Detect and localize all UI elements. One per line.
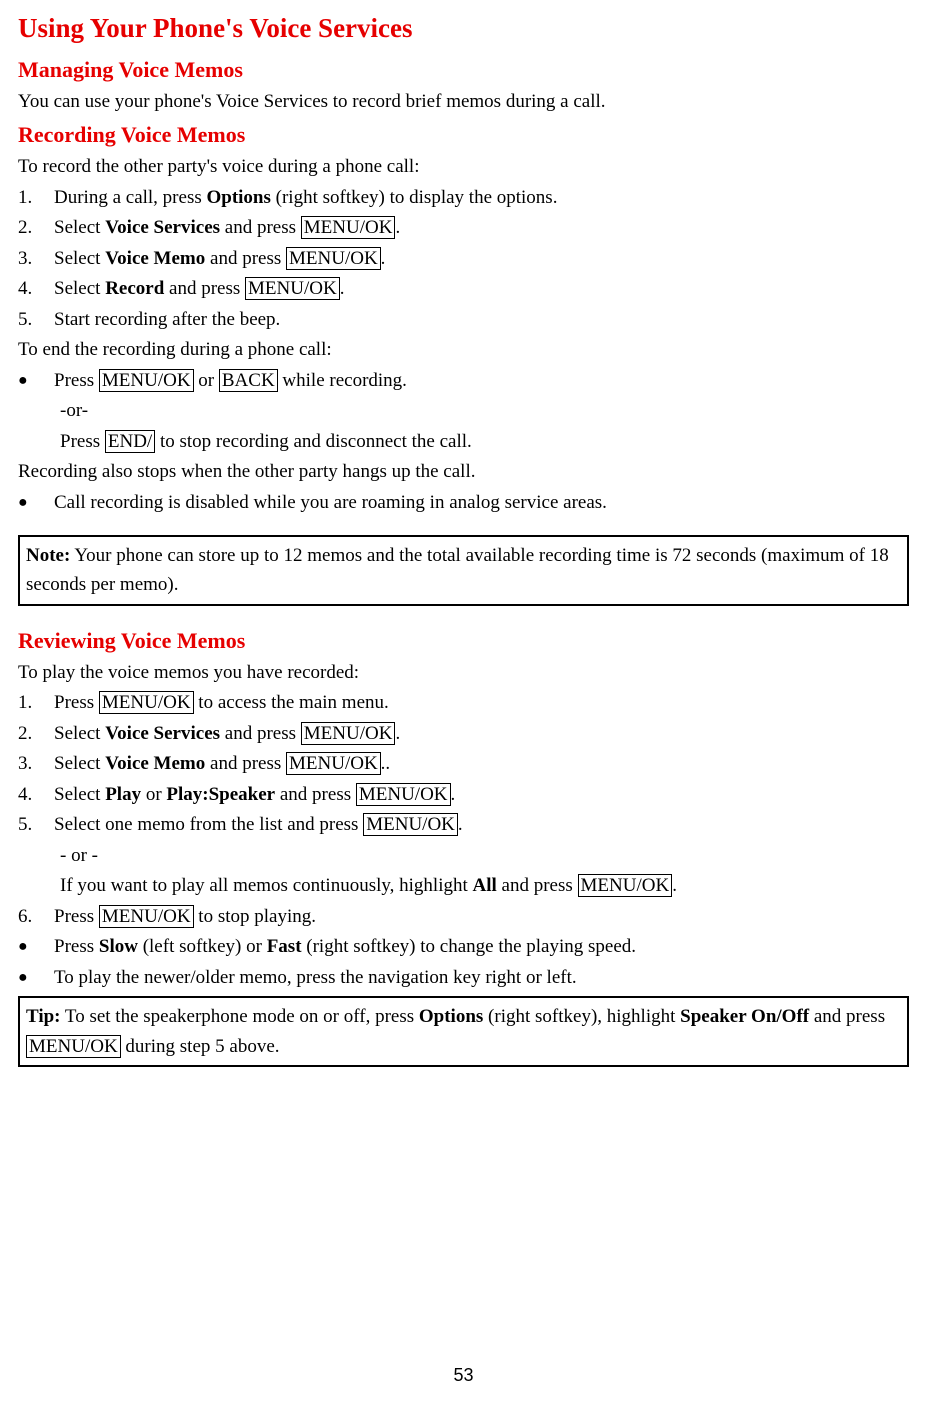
step-text: Press MENU/OK to stop playing. — [54, 903, 909, 932]
step-text: Select Record and press MENU/OK. — [54, 275, 909, 304]
recording-intro: To record the other party's voice during… — [18, 153, 909, 182]
end-recording-bullet-1: ● Press MENU/OK or BACK while recording. — [18, 367, 909, 396]
step-number: 2. — [18, 214, 54, 243]
reviewing-step-3: 3. Select Voice Memo and press MENU/OK.. — [18, 750, 909, 779]
menu-ok-key: MENU/OK — [363, 813, 458, 836]
step-text: Press MENU/OK to access the main menu. — [54, 689, 909, 718]
record-label: Record — [105, 278, 164, 299]
recording-step-3: 3. Select Voice Memo and press MENU/OK. — [18, 245, 909, 274]
reviewing-intro: To play the voice memos you have recorde… — [18, 659, 909, 688]
step-text: During a call, press Options (right soft… — [54, 184, 909, 213]
step-text: Select Voice Memo and press MENU/OK. — [54, 245, 909, 274]
note-box: Note: Your phone can store up to 12 memo… — [18, 535, 909, 606]
bullet-text: Press MENU/OK or BACK while recording. — [54, 367, 909, 396]
end-recording-alt: Press END/ to stop recording and disconn… — [60, 428, 909, 457]
end-key: END/ — [105, 430, 155, 453]
page-number: 53 — [0, 1362, 927, 1389]
step-number: 1. — [18, 184, 54, 213]
section-heading-recording: Recording Voice Memos — [18, 118, 909, 151]
or-separator: - or - — [60, 842, 909, 871]
note-body: Your phone can store up to 12 memos and … — [26, 545, 889, 595]
menu-ok-key: MENU/OK — [578, 874, 673, 897]
speed-bullet: ● Press Slow (left softkey) or Fast (rig… — [18, 933, 909, 962]
recording-step-1: 1. During a call, press Options (right s… — [18, 184, 909, 213]
note-label: Note: — [26, 545, 70, 566]
roaming-note-bullet: ● Call recording is disabled while you a… — [18, 489, 909, 518]
step-number: 4. — [18, 781, 54, 810]
reviewing-step-4: 4. Select Play or Play:Speaker and press… — [18, 781, 909, 810]
reviewing-step-5-alt: If you want to play all memos continuous… — [60, 872, 909, 901]
reviewing-step-2: 2. Select Voice Services and press MENU/… — [18, 720, 909, 749]
all-label: All — [473, 875, 497, 896]
fast-label: Fast — [267, 936, 302, 957]
step-text: Select Play or Play:Speaker and press ME… — [54, 781, 909, 810]
bullet-icon: ● — [18, 367, 54, 395]
step-text: Select Voice Services and press MENU/OK. — [54, 214, 909, 243]
step-text: Select one memo from the list and press … — [54, 811, 909, 840]
options-label: Options — [206, 187, 270, 208]
managing-intro: You can use your phone's Voice Services … — [18, 88, 909, 117]
bullet-text: Call recording is disabled while you are… — [54, 489, 909, 518]
step-number: 6. — [18, 903, 54, 932]
back-key: BACK — [219, 369, 278, 392]
step-text: Select Voice Services and press MENU/OK. — [54, 720, 909, 749]
play-label: Play — [105, 784, 141, 805]
voice-memo-label: Voice Memo — [105, 248, 205, 269]
section-heading-managing: Managing Voice Memos — [18, 53, 909, 86]
menu-ok-key: MENU/OK — [245, 277, 340, 300]
step-number: 3. — [18, 750, 54, 779]
voice-services-label: Voice Services — [105, 217, 220, 238]
bullet-text: To play the newer/older memo, press the … — [54, 964, 909, 993]
play-speaker-label: Play:Speaker — [166, 784, 275, 805]
bullet-text: Press Slow (left softkey) or Fast (right… — [54, 933, 909, 962]
end-recording-intro: To end the recording during a phone call… — [18, 336, 909, 365]
menu-ok-key: MENU/OK — [301, 216, 396, 239]
menu-ok-key: MENU/OK — [99, 691, 194, 714]
tip-label: Tip: — [26, 1006, 61, 1027]
voice-services-label: Voice Services — [105, 723, 220, 744]
voice-memo-label: Voice Memo — [105, 753, 205, 774]
reviewing-step-5: 5. Select one memo from the list and pre… — [18, 811, 909, 840]
step-number: 2. — [18, 720, 54, 749]
section-heading-reviewing: Reviewing Voice Memos — [18, 624, 909, 657]
bullet-icon: ● — [18, 489, 54, 517]
menu-ok-key: MENU/OK — [99, 905, 194, 928]
recording-step-4: 4. Select Record and press MENU/OK. — [18, 275, 909, 304]
step-number: 5. — [18, 811, 54, 840]
step-text: Start recording after the beep. — [54, 306, 909, 335]
menu-ok-key: MENU/OK — [286, 247, 381, 270]
slow-label: Slow — [99, 936, 138, 957]
page-title: Using Your Phone's Voice Services — [18, 8, 909, 49]
step-number: 3. — [18, 245, 54, 274]
bullet-icon: ● — [18, 933, 54, 961]
options-label: Options — [419, 1006, 483, 1027]
reviewing-step-6: 6. Press MENU/OK to stop playing. — [18, 903, 909, 932]
step-text: Select Voice Memo and press MENU/OK.. — [54, 750, 909, 779]
menu-ok-key: MENU/OK — [301, 722, 396, 745]
reviewing-step-1: 1. Press MENU/OK to access the main menu… — [18, 689, 909, 718]
menu-ok-key: MENU/OK — [26, 1035, 121, 1058]
tip-box: Tip: To set the speakerphone mode on or … — [18, 996, 909, 1067]
step-number: 1. — [18, 689, 54, 718]
recording-stops-note: Recording also stops when the other part… — [18, 458, 909, 487]
menu-ok-key: MENU/OK — [356, 783, 451, 806]
bullet-icon: ● — [18, 964, 54, 992]
menu-ok-key: MENU/OK — [99, 369, 194, 392]
menu-ok-key: MENU/OK — [286, 752, 381, 775]
recording-step-5: 5. Start recording after the beep. — [18, 306, 909, 335]
or-separator: -or- — [60, 397, 909, 426]
step-number: 4. — [18, 275, 54, 304]
step-number: 5. — [18, 306, 54, 335]
speaker-onoff-label: Speaker On/Off — [680, 1006, 809, 1027]
recording-step-2: 2. Select Voice Services and press MENU/… — [18, 214, 909, 243]
navigation-bullet: ● To play the newer/older memo, press th… — [18, 964, 909, 993]
